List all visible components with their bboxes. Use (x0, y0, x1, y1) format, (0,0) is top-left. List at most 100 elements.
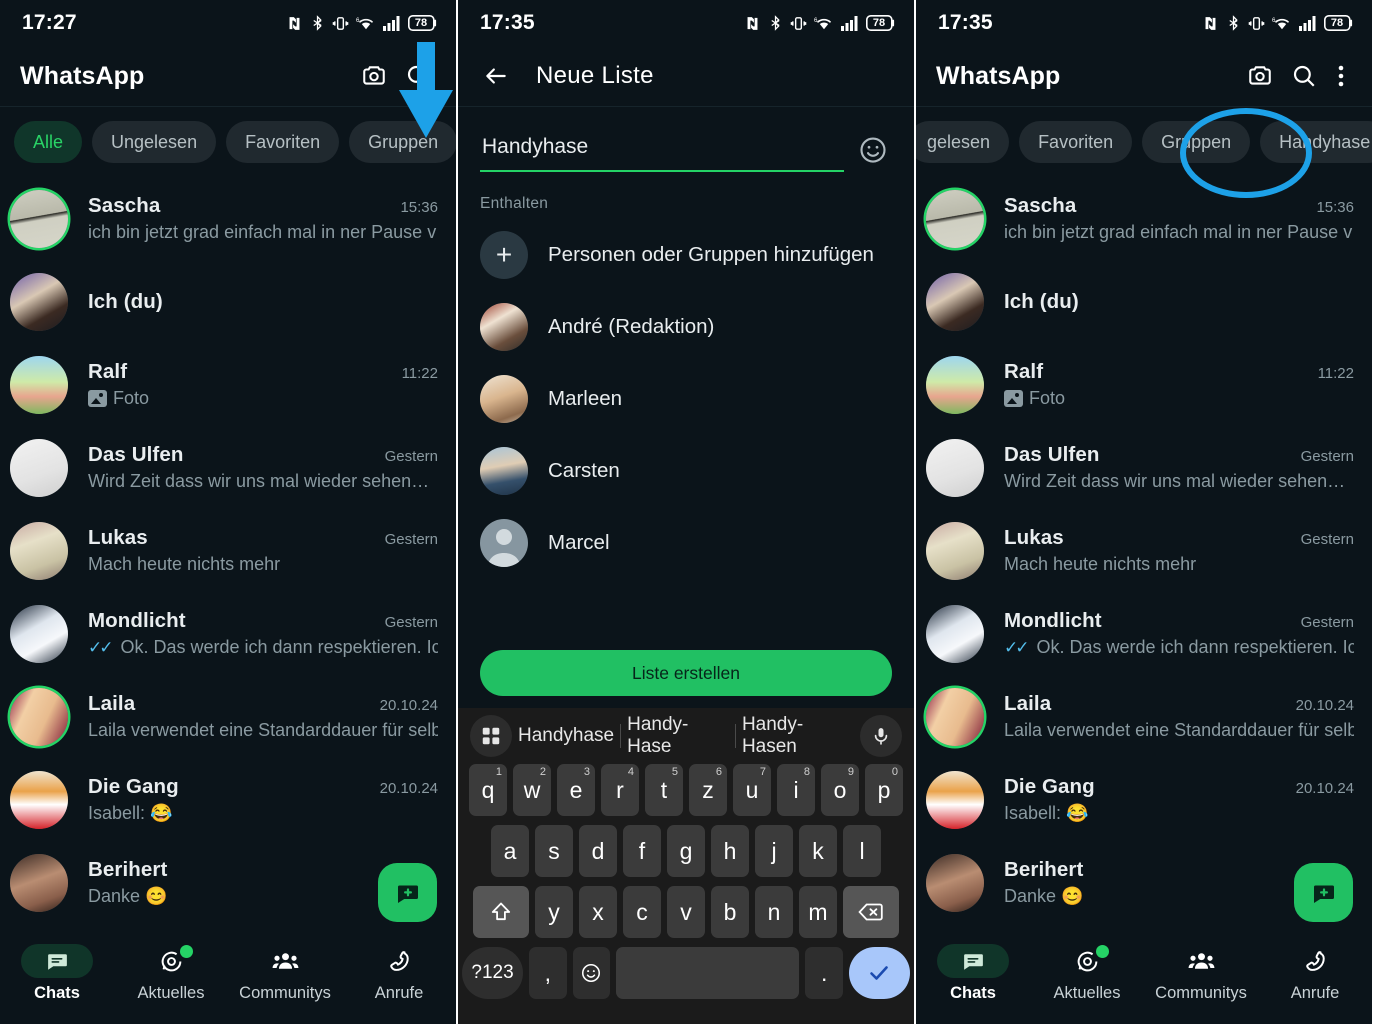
key-l[interactable]: l (843, 825, 881, 877)
key-v[interactable]: v (667, 886, 705, 938)
avatar[interactable] (10, 438, 68, 497)
emoji-icon[interactable] (858, 135, 892, 169)
overflow-menu-icon[interactable] (1326, 54, 1356, 98)
key-q[interactable]: 1q (469, 764, 507, 816)
avatar[interactable] (926, 604, 984, 663)
nav-item-chats[interactable]: Chats (916, 944, 1030, 1003)
avatar[interactable] (926, 853, 984, 912)
keyboard-row-1[interactable]: 1q2w3e4r5t6z7u8i9o0p (458, 764, 914, 816)
avatar[interactable] (10, 521, 68, 580)
avatar[interactable] (10, 687, 68, 746)
nav-item-anrufe[interactable]: Anrufe (342, 944, 456, 1003)
chat-list-item[interactable]: Ralf 11:22 Foto (916, 343, 1372, 426)
avatar[interactable] (10, 770, 68, 829)
member-list-item[interactable]: André (Redaktion) (458, 291, 914, 363)
key-h[interactable]: h (711, 825, 749, 877)
filter-chip-row[interactable]: gelesen Favoriten Gruppen Handyhase + (916, 107, 1372, 177)
keyboard-row-2[interactable]: asdfghjkl (458, 825, 914, 877)
bottom-nav[interactable]: Chats Aktuelles Communitys Anrufe (916, 936, 1372, 1024)
nav-item-anrufe[interactable]: Anrufe (1258, 944, 1372, 1003)
key-c[interactable]: c (623, 886, 661, 938)
avatar[interactable] (926, 355, 984, 414)
chat-list-item[interactable]: Laila 20.10.24 Laila verwendet eine Standa… (916, 675, 1372, 758)
status-icon[interactable] (135, 944, 207, 978)
chip-gruppen[interactable]: Gruppen (1142, 121, 1251, 163)
comma-key[interactable]: , (529, 947, 567, 999)
chip-gruppen[interactable]: Gruppen (349, 121, 456, 163)
avatar[interactable] (926, 770, 984, 829)
backspace-icon[interactable] (843, 886, 899, 938)
chip-favoriten[interactable]: Favoriten (1019, 121, 1133, 163)
key-u[interactable]: 7u (733, 764, 771, 816)
key-t[interactable]: 5t (645, 764, 683, 816)
key-m[interactable]: m (799, 886, 837, 938)
chat-list-item[interactable]: Ralf 11:22 Foto (0, 343, 456, 426)
space-key[interactable] (616, 947, 800, 999)
emoji-key-icon[interactable] (572, 947, 611, 999)
member-list-item[interactable]: Marcel (458, 507, 914, 579)
new-chat-fab[interactable] (1294, 863, 1353, 922)
bottom-nav[interactable]: Chats Aktuelles Communitys Anrufe (0, 936, 456, 1024)
keyboard-row-4[interactable]: ?123 , . (458, 947, 914, 999)
period-key[interactable]: . (805, 947, 843, 999)
new-chat-fab[interactable] (378, 863, 437, 922)
avatar[interactable] (10, 604, 68, 663)
key-z[interactable]: 6z (689, 764, 727, 816)
key-n[interactable]: n (755, 886, 793, 938)
key-r[interactable]: 4r (601, 764, 639, 816)
key-g[interactable]: g (667, 825, 705, 877)
camera-icon[interactable] (1238, 54, 1282, 98)
key-o[interactable]: 9o (821, 764, 859, 816)
key-i[interactable]: 8i (777, 764, 815, 816)
avatar[interactable] (926, 521, 984, 580)
list-name-input[interactable]: Handyhase (480, 135, 844, 172)
enter-check-icon[interactable] (848, 947, 911, 999)
nav-item-communitys[interactable]: Communitys (228, 944, 342, 1003)
avatar[interactable] (10, 189, 68, 248)
suggestion-2[interactable]: Handy-Hasen (736, 714, 860, 758)
key-x[interactable]: x (579, 886, 617, 938)
chip-alle[interactable]: Alle (14, 121, 83, 163)
key-f[interactable]: f (623, 825, 661, 877)
chat-list-item[interactable]: Ich (du) (916, 260, 1372, 343)
avatar[interactable] (926, 189, 984, 248)
key-j[interactable]: j (755, 825, 793, 877)
key-s[interactable]: s (535, 825, 573, 877)
create-list-button[interactable]: Liste erstellen (480, 650, 892, 696)
communities-icon[interactable] (1165, 944, 1237, 978)
chip-favoriten[interactable]: Favoriten (226, 121, 340, 163)
chat-list-item[interactable]: Ich (du) (0, 260, 456, 343)
chat-list-item[interactable]: Mondlicht Gestern ✓✓ Ok. Das werde ich dann… (916, 592, 1372, 675)
key-d[interactable]: d (579, 825, 617, 877)
calls-icon[interactable] (1279, 944, 1351, 978)
chat-list-item[interactable]: Sascha 15:36 ich bin jetzt grad einfach ma… (0, 177, 456, 260)
suggestion-1[interactable]: Handy-Hase (621, 714, 735, 758)
key-b[interactable]: b (711, 886, 749, 938)
key-e[interactable]: 3e (557, 764, 595, 816)
chat-list-item[interactable]: Die Gang 20.10.24 Isabell: 😂 (916, 758, 1372, 841)
calls-icon[interactable] (363, 944, 435, 978)
keyboard-suggestion-bar[interactable]: Handyhase Handy-Hase Handy-Hasen (458, 708, 914, 764)
chat-list-item[interactable]: Lukas Gestern Mach heute nichts mehr (0, 509, 456, 592)
avatar[interactable] (10, 272, 68, 331)
status-icon[interactable] (1051, 944, 1123, 978)
member-list-item[interactable]: Carsten (458, 435, 914, 507)
mic-icon[interactable] (860, 715, 902, 757)
chats-icon[interactable] (21, 944, 93, 978)
nav-item-chats[interactable]: Chats (0, 944, 114, 1003)
camera-icon[interactable] (352, 54, 396, 98)
nav-item-communitys[interactable]: Communitys (1144, 944, 1258, 1003)
chat-list-item[interactable]: Das Ulfen Gestern Wird Zeit dass wir uns m… (916, 426, 1372, 509)
key-y[interactable]: y (535, 886, 573, 938)
avatar[interactable] (10, 355, 68, 414)
chip-ungelesen[interactable]: Ungelesen (92, 121, 217, 163)
chip-handyhase[interactable]: Handyhase (1260, 121, 1372, 163)
chat-list-item[interactable]: Mondlicht Gestern ✓✓ Ok. Das werde ich dann… (0, 592, 456, 675)
back-arrow-icon[interactable] (474, 54, 518, 98)
symbols-key[interactable]: ?123 (461, 947, 524, 999)
avatar[interactable] (926, 438, 984, 497)
chat-list-item[interactable]: Die Gang 20.10.24 Isabell: 😂 (0, 758, 456, 841)
grid-icon[interactable] (470, 715, 512, 757)
shift-icon[interactable] (473, 886, 529, 938)
chat-list-item[interactable]: Sascha 15:36 ich bin jetzt grad einfach ma… (916, 177, 1372, 260)
